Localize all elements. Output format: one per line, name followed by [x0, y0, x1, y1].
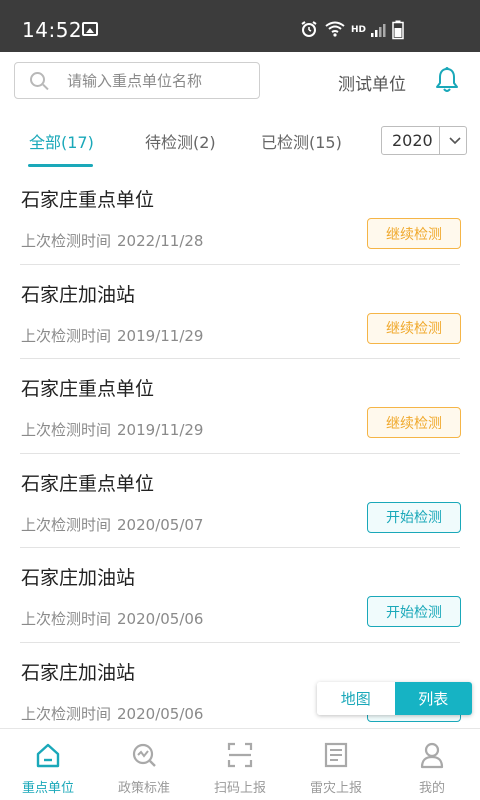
signal-icon: [371, 24, 386, 37]
list-item[interactable]: 石家庄重点单位 上次检测时间 2022/11/28 继续检测: [0, 170, 480, 265]
list-view-button[interactable]: 列表: [394, 682, 472, 715]
search-icon: [30, 72, 45, 87]
start-check-button[interactable]: 开始检测: [367, 596, 461, 628]
last-check-info: 上次检测时间 2019/11/29: [21, 325, 203, 346]
year-select[interactable]: 2020: [381, 126, 467, 155]
bell-icon[interactable]: [434, 66, 460, 94]
search-box[interactable]: [14, 62, 260, 99]
active-tab-indicator: [28, 164, 93, 167]
last-check-info: 上次检测时间 2020/05/06: [21, 703, 203, 724]
continue-check-button[interactable]: 继续检测: [367, 407, 461, 439]
nav-label: 政策标准: [117, 781, 170, 796]
unit-name[interactable]: 测试单位: [338, 70, 406, 95]
unit-title: 石家庄加油站: [21, 283, 136, 306]
battery-icon: [392, 20, 404, 40]
unit-title: 石家庄重点单位: [21, 378, 155, 401]
unit-title: 石家庄加油站: [21, 567, 136, 590]
wifi-icon: [325, 21, 345, 37]
start-check-button[interactable]: 开始检测: [367, 501, 461, 533]
last-check-label: 上次检测时间: [21, 704, 112, 723]
unit-title: 石家庄加油站: [21, 661, 136, 684]
report-icon: [324, 742, 348, 768]
alarm-icon: [301, 21, 317, 37]
network-type-label: HD: [351, 25, 367, 35]
year-select-value: 2020: [392, 131, 433, 150]
status-time: 14:52: [22, 18, 83, 42]
scan-icon: [227, 742, 253, 768]
nav-label: 扫码上报: [213, 781, 266, 796]
last-check-date: 2019/11/29: [117, 326, 204, 345]
unit-list: 石家庄重点单位 上次检测时间 2022/11/28 继续检测 石家庄加油站 上次检…: [0, 170, 480, 738]
last-check-info: 上次检测时间 2019/11/29: [21, 419, 203, 440]
last-check-info: 上次检测时间 2022/11/28: [21, 230, 203, 251]
nav-item-policy[interactable]: 政策标准: [96, 729, 192, 800]
nav-label: 我的: [418, 781, 445, 796]
bottom-nav: 重点单位 政策标准 扫码上报 雷灾上报 我的: [0, 728, 480, 800]
last-check-label: 上次检测时间: [21, 610, 112, 629]
nav-label: 重点单位: [21, 781, 74, 796]
tab-checked[interactable]: 已检测(15): [261, 129, 342, 153]
nav-item-me[interactable]: 我的: [384, 729, 480, 800]
image-notification-icon: [82, 22, 98, 36]
nav-item-scan[interactable]: 扫码上报: [192, 729, 288, 800]
year-select-divider: [439, 127, 440, 154]
unit-title: 石家庄重点单位: [21, 189, 155, 211]
view-toggle: 地图 列表: [317, 682, 472, 715]
home-icon: [36, 743, 60, 768]
last-check-label: 上次检测时间: [21, 515, 112, 534]
map-view-button[interactable]: 地图: [317, 682, 395, 715]
chevron-down-icon: [449, 137, 461, 145]
search-input[interactable]: [67, 69, 253, 93]
status-bar: 14:52 HD: [0, 0, 480, 52]
last-check-info: 上次检测时间 2020/05/06: [21, 608, 203, 629]
list-item[interactable]: 石家庄重点单位 上次检测时间 2020/05/07 开始检测: [0, 454, 480, 549]
last-check-info: 上次检测时间 2020/05/07: [21, 514, 203, 535]
nav-label: 雷灾上报: [309, 781, 362, 796]
user-icon: [420, 742, 444, 769]
tab-pending[interactable]: 待检测(2): [145, 129, 216, 153]
nav-item-key-units[interactable]: 重点单位: [0, 729, 96, 800]
list-item[interactable]: 石家庄加油站 上次检测时间 2020/05/06 开始检测: [0, 548, 480, 643]
policy-icon: [132, 743, 156, 767]
last-check-label: 上次检测时间: [21, 326, 112, 345]
continue-check-button[interactable]: 继续检测: [367, 218, 461, 249]
list-item[interactable]: 石家庄重点单位 上次检测时间 2019/11/29 继续检测: [0, 359, 480, 454]
continue-check-button[interactable]: 继续检测: [367, 312, 461, 344]
last-check-label: 上次检测时间: [21, 232, 112, 250]
last-check-date: 2020/05/06: [117, 704, 204, 723]
last-check-label: 上次检测时间: [21, 421, 112, 440]
last-check-date: 2019/11/29: [117, 421, 204, 440]
list-item[interactable]: 石家庄加油站 上次检测时间 2019/11/29 继续检测: [0, 265, 480, 360]
last-check-date: 2020/05/07: [117, 515, 204, 534]
last-check-date: 2022/11/28: [117, 232, 204, 250]
nav-item-lightning-report[interactable]: 雷灾上报: [288, 729, 384, 800]
unit-title: 石家庄重点单位: [21, 472, 155, 495]
last-check-date: 2020/05/06: [117, 610, 204, 629]
tab-all[interactable]: 全部(17): [29, 129, 94, 153]
